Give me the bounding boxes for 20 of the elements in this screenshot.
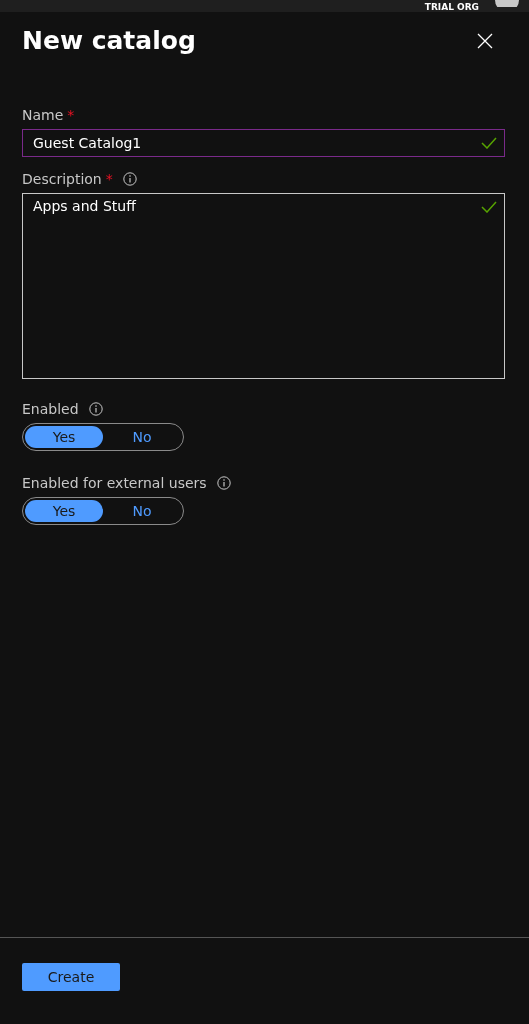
- toggle-option[interactable]: No: [103, 500, 181, 522]
- toggle-option[interactable]: Yes: [25, 426, 103, 448]
- toggle-option[interactable]: Yes: [25, 500, 103, 522]
- close-icon: [477, 32, 493, 49]
- toggle-label: Enabled: [22, 401, 79, 417]
- name-field[interactable]: Guest Catalog1: [22, 129, 505, 157]
- org-name: TRIAL ORG: [424, 2, 479, 12]
- field-label: Description: [22, 171, 102, 187]
- description-field[interactable]: Apps and Stuff: [22, 193, 505, 379]
- info-icon[interactable]: [216, 476, 231, 490]
- avatar-icon[interactable]: [495, 0, 519, 7]
- required-mark: *: [105, 171, 113, 187]
- toggle-label: Enabled for external users: [22, 475, 207, 491]
- toggle-option[interactable]: No: [103, 426, 181, 448]
- info-icon[interactable]: [88, 402, 103, 416]
- required-mark: *: [67, 107, 75, 123]
- info-icon[interactable]: [122, 172, 137, 186]
- field-label: Name: [22, 107, 64, 123]
- panel-title: New catalog: [22, 26, 196, 55]
- create-button[interactable]: Create: [22, 963, 120, 991]
